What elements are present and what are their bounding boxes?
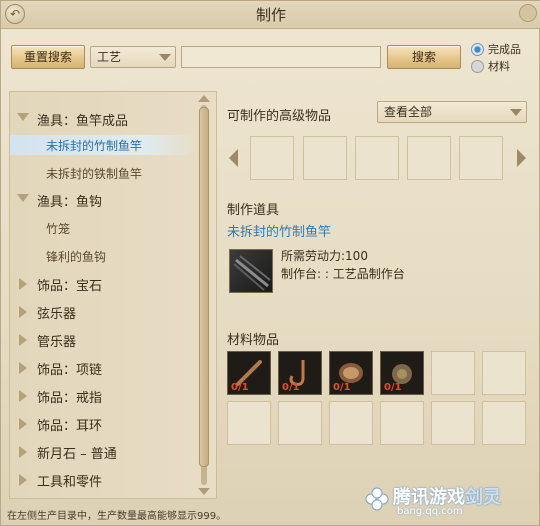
- category-select[interactable]: 工艺: [90, 46, 176, 68]
- tree-group-label: 弦乐器: [37, 307, 77, 322]
- watermark: 腾讯游戏剑灵 bang.qq.com: [363, 483, 533, 521]
- caret-right-icon: [19, 334, 27, 346]
- reset-search-button[interactable]: 重置搜索: [11, 45, 85, 69]
- radio-finished-label: 完成品: [488, 43, 521, 56]
- caret-right-icon: [19, 474, 27, 486]
- tree-group-label: 新月石 – 普通: [37, 447, 117, 462]
- tree-group-label: 饰品：项链: [37, 363, 103, 378]
- tree-group-winds[interactable]: 管乐器: [10, 329, 200, 351]
- tree-group-strings[interactable]: 弦乐器: [10, 301, 200, 323]
- tree-group-moonstone[interactable]: 新月石 – 普通: [10, 441, 200, 463]
- material-slot[interactable]: [431, 351, 475, 395]
- material-slot[interactable]: [431, 401, 475, 445]
- tree-item-label: 未拆封的铁制鱼竿: [46, 167, 143, 181]
- advanced-slot[interactable]: [250, 136, 294, 180]
- advanced-slot[interactable]: [459, 136, 503, 180]
- tree-scrollbar[interactable]: [197, 95, 211, 495]
- material-slot[interactable]: [482, 351, 526, 395]
- caret-right-icon: [19, 390, 27, 402]
- material-qty: 0/1: [333, 382, 351, 393]
- material-slot[interactable]: [278, 401, 322, 445]
- tree-item-iron-rod[interactable]: 未拆封的铁制鱼竿: [10, 163, 200, 183]
- scroll-down-icon[interactable]: [198, 488, 210, 495]
- material-slot[interactable]: 0/1: [380, 351, 424, 395]
- advanced-filter-value: 查看全部: [384, 105, 433, 119]
- tree-group-tools[interactable]: 工具和零件: [10, 469, 200, 491]
- window-title: 制作: [255, 6, 286, 24]
- material-slot[interactable]: [482, 401, 526, 445]
- radio-finished-dot[interactable]: [471, 42, 484, 56]
- tree-group-fishing-hook[interactable]: 渔具：鱼钩: [10, 189, 200, 211]
- labor-requirement: 所需劳动力:100: [281, 249, 368, 263]
- caret-down-icon: [17, 194, 29, 202]
- tree-group-label: 工具和零件: [37, 475, 103, 490]
- watermark-logo-icon: [365, 487, 389, 511]
- scroll-up-icon[interactable]: [198, 95, 210, 102]
- material-slot[interactable]: [227, 401, 271, 445]
- advanced-items-title: 可制作的高级物品: [227, 109, 332, 124]
- chevron-down-icon: [159, 54, 171, 61]
- tree-item-bamboo-cage[interactable]: 竹笼: [10, 218, 200, 238]
- watermark-url: bang.qq.com: [397, 506, 463, 517]
- tree-group-label: 饰品：戒指: [37, 391, 103, 406]
- caret-right-icon: [19, 362, 27, 374]
- tree-item-sharp-hook[interactable]: 锋利的鱼钩: [10, 246, 200, 266]
- category-tree: 渔具：鱼竿成品 未拆封的竹制鱼竿 未拆封的铁制鱼竿 渔具：鱼钩 竹笼 锋利的鱼钩…: [9, 91, 217, 499]
- material-slot[interactable]: [380, 401, 424, 445]
- tree-item-label: 竹笼: [46, 222, 71, 236]
- tree-group-earring[interactable]: 饰品：耳环: [10, 413, 200, 435]
- tree-group-label: 渔具：鱼竿成品: [37, 114, 129, 129]
- chevron-down-icon: [510, 109, 522, 116]
- material-qty: 0/1: [282, 382, 300, 393]
- advanced-filter-select[interactable]: 查看全部: [377, 101, 527, 123]
- caret-down-icon: [17, 113, 29, 121]
- prev-arrow-icon[interactable]: [229, 149, 238, 167]
- tool-name: 未拆封的竹制鱼竿: [227, 225, 332, 240]
- caret-right-icon: [19, 446, 27, 458]
- tree-group-label: 饰品：宝石: [37, 279, 103, 294]
- tool-section-title: 制作道具: [227, 203, 280, 218]
- tree-group-label: 管乐器: [37, 335, 77, 350]
- material-slot[interactable]: [329, 401, 373, 445]
- title-bar: ↶ 制作: [1, 1, 540, 29]
- caret-right-icon: [19, 418, 27, 430]
- tree-group-necklace[interactable]: 饰品：项链: [10, 357, 200, 379]
- radio-material-dot[interactable]: [471, 59, 484, 73]
- tree-item-label: 未拆封的竹制鱼竿: [46, 139, 143, 153]
- tree-group-gem[interactable]: 饰品：宝石: [10, 273, 200, 295]
- tree-group-fishing-rod[interactable]: 渔具：鱼竿成品: [10, 108, 200, 130]
- search-button[interactable]: 搜索: [387, 45, 461, 69]
- tree-group-ring[interactable]: 饰品：戒指: [10, 385, 200, 407]
- material-slot[interactable]: 0/1: [278, 351, 322, 395]
- materials-title: 材料物品: [227, 333, 280, 348]
- close-button[interactable]: [519, 4, 537, 22]
- caret-right-icon: [19, 306, 27, 318]
- tree-group-label: 渔具：鱼钩: [37, 195, 103, 210]
- scroll-thumb[interactable]: [199, 107, 209, 467]
- advanced-slot[interactable]: [407, 136, 451, 180]
- advanced-slot[interactable]: [355, 136, 399, 180]
- next-arrow-icon[interactable]: [517, 149, 526, 167]
- tree-item-bamboo-rod[interactable]: 未拆封的竹制鱼竿: [10, 135, 200, 155]
- category-select-value: 工艺: [97, 50, 122, 64]
- material-slot[interactable]: 0/1: [227, 351, 271, 395]
- radio-finished[interactable]: 完成品: [471, 42, 521, 56]
- footer-note: 在左侧生产目录中，生产数量最高能够显示999。: [7, 511, 227, 522]
- material-slot[interactable]: 0/1: [329, 351, 373, 395]
- caret-right-icon: [19, 278, 27, 290]
- craft-station: 制作台: : 工艺品制作台: [281, 267, 405, 281]
- material-qty: 0/1: [384, 382, 402, 393]
- material-qty: 0/1: [231, 382, 249, 393]
- tree-group-label: 饰品：耳环: [37, 419, 103, 434]
- tree-item-label: 锋利的鱼钩: [46, 250, 107, 264]
- fishing-rod-icon[interactable]: [229, 249, 273, 293]
- radio-material[interactable]: 材料: [471, 59, 510, 73]
- radio-material-label: 材料: [488, 60, 510, 73]
- advanced-slot[interactable]: [303, 136, 347, 180]
- search-input[interactable]: [181, 46, 381, 68]
- crafting-window: ↶ 制作 重置搜索 工艺 搜索 完成品 材料 渔具：鱼竿成品 未拆封的竹制鱼竿 …: [0, 0, 540, 526]
